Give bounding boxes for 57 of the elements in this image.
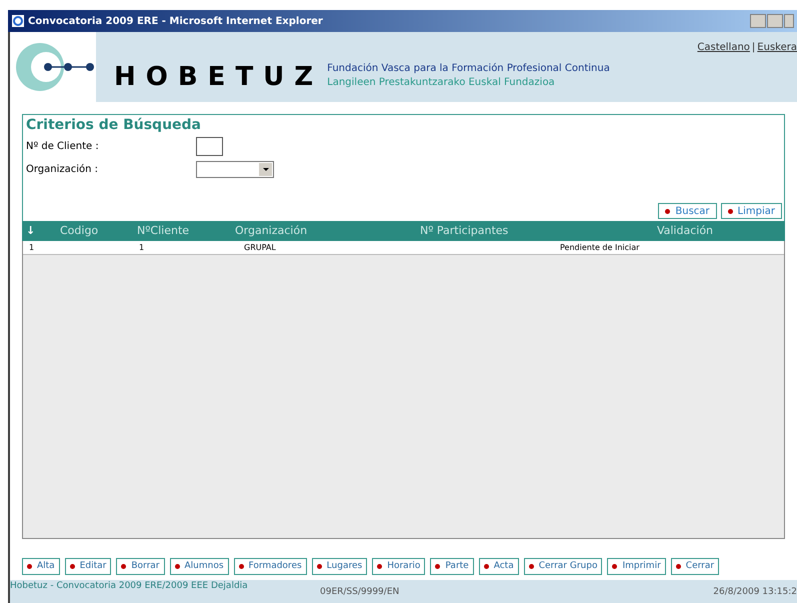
search-button[interactable]: Buscar: [658, 203, 717, 219]
language-link[interactable]: Euskera: [757, 40, 797, 55]
bullet-icon: [174, 564, 180, 569]
status-text: Hobetuz - Convocatoria 2009 ERE/2009 EEE Dejaldia: [10, 580, 249, 591]
column-header[interactable]: Organización: [235, 222, 420, 240]
window-title: Convocatoria 2009 ERE - Microsoft Internet Explorer: [28, 14, 323, 28]
action-button[interactable]: Borrar: [116, 558, 164, 575]
language-link[interactable]: Castellano: [697, 40, 750, 55]
action-button[interactable]: Parte: [430, 558, 474, 575]
bullet-icon: [665, 208, 670, 214]
action-button[interactable]: Lugares: [312, 558, 368, 575]
table-cell-text: Pendiente de Iniciar: [559, 242, 640, 254]
close-button[interactable]: [784, 14, 794, 28]
table-cell-text: GRUPAL: [243, 242, 277, 254]
bullet-icon: [70, 564, 75, 569]
dropdown-field[interactable]: [196, 161, 274, 178]
action-button[interactable]: Horario: [372, 558, 426, 575]
tagline: Fundación Vasca para la Formación Profesional Continua: [327, 62, 610, 76]
action-button[interactable]: Formadores: [234, 558, 307, 575]
bullet-icon: [27, 564, 32, 569]
brand-name: HOBETUZ: [114, 64, 324, 90]
panel-title: Criterios de Búsqueda: [26, 116, 202, 135]
action-button[interactable]: Cerrar: [670, 558, 720, 575]
table-cell-text: 1: [28, 242, 36, 254]
action-button[interactable]: Alumnos: [170, 558, 229, 575]
separator: |: [752, 41, 756, 55]
browser-icon: [11, 14, 25, 28]
bullet-icon: [528, 564, 534, 569]
table-cell-text: 1: [138, 242, 146, 254]
tagline: Langileen Prestakuntzarako Euskal Fundazioa: [327, 76, 556, 90]
status-code: 09ER/SS/9999/EN: [320, 586, 400, 599]
minimize-button[interactable]: [750, 14, 766, 28]
field-label: Organización :: [26, 163, 100, 177]
action-button[interactable]: Cerrar Grupo: [524, 558, 602, 575]
bullet-icon: [121, 564, 126, 569]
action-button[interactable]: Acta: [478, 558, 519, 575]
bullet-icon: [238, 564, 244, 569]
action-button[interactable]: Imprimir: [607, 558, 666, 575]
column-header[interactable]: NºCliente: [137, 222, 235, 240]
bullet-icon: [484, 564, 489, 569]
column-header[interactable]: Validación: [600, 222, 770, 240]
action-button[interactable]: Editar: [64, 558, 112, 575]
status-datetime: 26/8/2009 13:15:2: [713, 586, 797, 599]
column-header[interactable]: Codigo: [60, 222, 137, 240]
field-label: Nº de Cliente :: [26, 140, 100, 154]
bullet-icon: [676, 564, 681, 569]
column-header[interactable]: Nº Participantes: [420, 222, 600, 240]
input-field[interactable]: [196, 137, 223, 156]
bullet-icon: [377, 564, 382, 569]
bullet-icon: [612, 564, 618, 569]
action-button[interactable]: Alta: [22, 558, 60, 575]
search-button[interactable]: Limpiar: [720, 203, 782, 219]
bullet-icon: [435, 564, 440, 569]
bullet-icon: [728, 208, 733, 214]
maximize-button[interactable]: [767, 14, 783, 28]
sort-icon[interactable]: ↓: [22, 222, 60, 240]
bullet-icon: [316, 564, 322, 569]
